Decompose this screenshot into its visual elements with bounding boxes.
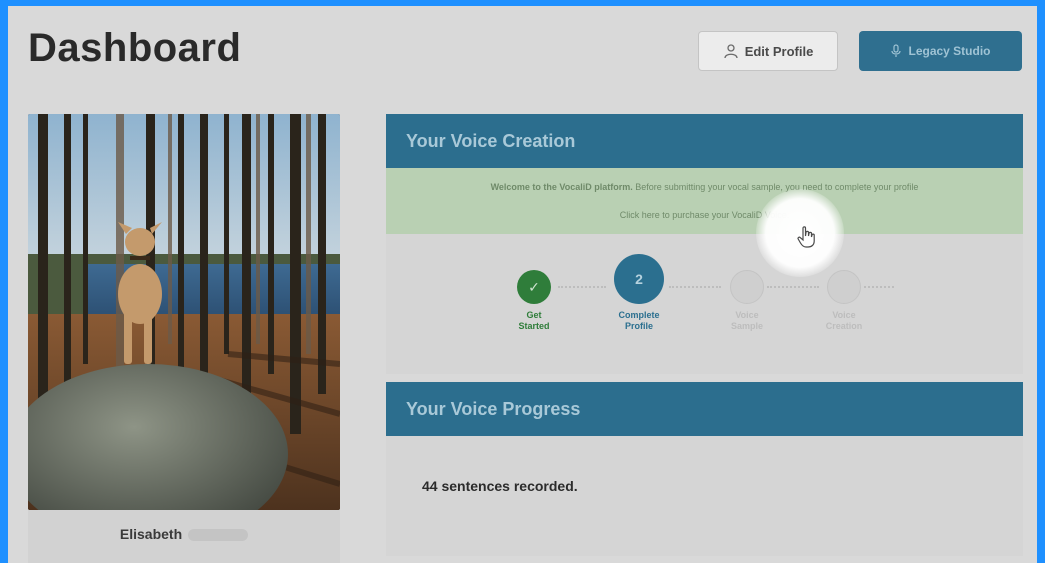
step-label: Complete bbox=[618, 310, 660, 320]
dashboard-screen: Dashboard Edit Profile Legacy Studio Eli… bbox=[8, 6, 1037, 563]
step-number-badge bbox=[827, 270, 861, 304]
step-label: Get bbox=[526, 310, 542, 320]
step-label: Voice bbox=[832, 310, 856, 320]
step-label: Creation bbox=[825, 321, 863, 331]
step-voice-creation: Voice Creation bbox=[804, 270, 884, 332]
progress-stepper: ✓ Get Started 2 Complete Profile Voice S… bbox=[386, 234, 1023, 374]
microphone-icon bbox=[891, 44, 902, 57]
welcome-message-rest: Before submitting your vocal sample, you… bbox=[635, 182, 919, 192]
voice-progress-title: Your Voice Progress bbox=[386, 382, 1023, 436]
profile-name-card: Elisabeth bbox=[28, 510, 340, 563]
welcome-alert: Welcome to the VocaliD platform. Before … bbox=[386, 168, 1023, 234]
purchase-voice-link[interactable]: Click here to purchase your VocaliD Voic… bbox=[386, 210, 1023, 220]
hand-pointer-icon bbox=[797, 226, 815, 248]
profile-name: Elisabeth bbox=[28, 526, 340, 542]
voice-creation-title: Your Voice Creation bbox=[386, 114, 1023, 168]
step-label: Profile bbox=[624, 321, 653, 331]
step-complete-profile: 2 Complete Profile bbox=[599, 254, 679, 332]
sentences-recorded-text: 44 sentences recorded. bbox=[422, 478, 578, 494]
legacy-studio-button[interactable]: Legacy Studio bbox=[859, 31, 1022, 71]
check-icon: ✓ bbox=[517, 270, 551, 304]
profile-photo bbox=[28, 114, 340, 510]
legacy-studio-label: Legacy Studio bbox=[908, 44, 991, 58]
welcome-message: Welcome to the VocaliD platform. Before … bbox=[386, 182, 1023, 192]
step-number-badge bbox=[730, 270, 764, 304]
profile-name-text: Elisabeth bbox=[119, 526, 183, 542]
redacted-surname bbox=[188, 529, 249, 542]
welcome-message-bold: Welcome to the VocaliD platform. bbox=[490, 182, 633, 192]
step-label: Voice bbox=[735, 310, 759, 320]
voice-creation-panel: Your Voice Creation Welcome to the Vocal… bbox=[386, 114, 1023, 374]
step-label: Sample bbox=[730, 321, 763, 331]
step-number-badge: 2 bbox=[614, 254, 664, 304]
page-title: Dashboard bbox=[28, 26, 242, 70]
step-label: Started bbox=[518, 321, 550, 331]
user-icon bbox=[724, 44, 738, 59]
step-get-started: ✓ Get Started bbox=[494, 270, 574, 332]
edit-profile-label: Edit Profile bbox=[744, 43, 814, 59]
step-voice-sample: Voice Sample bbox=[707, 270, 787, 332]
voice-progress-panel: Your Voice Progress 44 sentences recorde… bbox=[386, 382, 1023, 556]
voice-progress-body: 44 sentences recorded. bbox=[386, 436, 1023, 556]
edit-profile-button[interactable]: Edit Profile bbox=[698, 31, 838, 71]
